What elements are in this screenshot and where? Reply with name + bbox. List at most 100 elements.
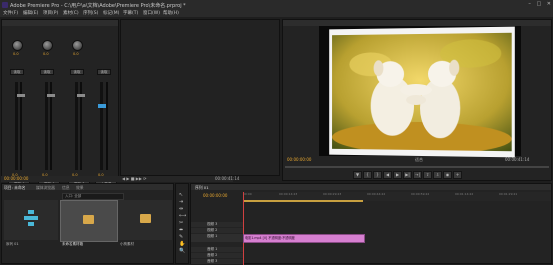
folder-icon	[83, 215, 94, 224]
menu-file[interactable]: 文件(F)	[3, 10, 18, 16]
track-label-v2: 视频 2	[207, 228, 217, 232]
pan-knob-3[interactable]	[72, 40, 83, 51]
track-label-v3: 视频 3	[207, 222, 217, 226]
track-header-a2: 音频 2	[191, 253, 243, 258]
menu-clip[interactable]: 素材(C)	[63, 10, 79, 16]
go-out-icon[interactable]: →|	[413, 171, 422, 179]
menu-sequence[interactable]: 序列(S)	[83, 10, 98, 16]
sequence-icon	[22, 210, 42, 228]
pan-knob-1[interactable]	[12, 40, 23, 51]
track-label-a3: 音频 3	[207, 259, 217, 263]
title-bar: Adobe Premiere Pro - C:\用户\a\文档\Adobe\Pr…	[0, 0, 553, 9]
project-item-sequence-label: 序列 01	[6, 242, 19, 247]
project-item-folder-2-label: 小狗素材	[120, 242, 134, 247]
close-icon[interactable]: ✕	[547, 1, 551, 7]
audio-mixer-tab[interactable]	[2, 20, 118, 26]
fader-handle-2[interactable]	[47, 94, 55, 97]
window-title: Adobe Premiere Pro - C:\用户\a\文档\Adobe\Pr…	[10, 2, 186, 9]
lift-icon[interactable]: ⇧	[423, 171, 432, 179]
folder-icon	[140, 214, 151, 223]
mixer-time-right: 00:00:41:14	[215, 176, 239, 181]
tool-icons[interactable]: ↖ ⇥ ⇹ ⟷ ✂ ⬌ ✎ ✋ 🔍	[179, 192, 186, 255]
mark-in-icon[interactable]: ▼	[353, 171, 362, 179]
tab-info[interactable]: 信息	[62, 185, 70, 191]
play-icon[interactable]: ▶	[393, 171, 402, 179]
mixer-footer: 00:00:00:00 ◀ ▶ ■ ▶▶ ⟳ 00:00:41:14	[1, 176, 233, 182]
menu-title[interactable]: 字幕(T)	[123, 10, 138, 16]
tab-project[interactable]: 项目: 未命名	[4, 185, 25, 191]
project-search-label: 入口: 全部	[65, 194, 81, 198]
track-header-v3: 视频 3	[191, 222, 243, 227]
program-current-time: 00:00:00:00	[287, 157, 311, 162]
menu-project[interactable]: 项目(P)	[43, 10, 58, 16]
menu-help[interactable]: 帮助(H)	[163, 10, 179, 16]
ruler-tick: 00:00:14:23	[279, 192, 297, 196]
track-header-a1: 音频 1	[191, 247, 243, 252]
menu-marker[interactable]: 标记(M)	[103, 10, 119, 16]
project-tabbar: 项目: 未命名 媒体浏览器 信息 效果	[2, 184, 173, 190]
ruler-tick: 00:00	[243, 192, 252, 196]
fader-handle-master[interactable]	[98, 104, 106, 108]
fader-handle-1[interactable]	[17, 94, 25, 97]
playhead[interactable]	[243, 192, 244, 265]
menu-bar: 文件(F) 编辑(E) 项目(P) 素材(C) 序列(S) 标记(M) 字幕(T…	[0, 9, 553, 17]
ruler-tick: 00:01:29:21	[499, 192, 517, 196]
automation-mode-1[interactable]: 读取	[10, 69, 24, 75]
pan-knob-2[interactable]	[42, 40, 53, 51]
mark-out-icon[interactable]: {	[363, 171, 372, 179]
ruler-tick: 00:00:44:22	[367, 192, 385, 196]
puppies-image	[332, 33, 512, 151]
automation-mode-2[interactable]: 读取	[40, 69, 54, 75]
track-label-v1: 视频 1	[207, 234, 217, 238]
project-search[interactable]: 入口: 全部	[62, 193, 124, 200]
go-in-icon[interactable]: }	[373, 171, 382, 179]
mixer-transport[interactable]: ◀ ▶ ■ ▶▶ ⟳	[122, 176, 147, 181]
tab-media-browser[interactable]: 媒体浏览器	[36, 185, 55, 191]
tab-effects[interactable]: 效果	[76, 185, 84, 191]
program-transport: ▼ { } ◀ ▶ ▶| →| ⇧ ⇩ ◉ +	[353, 171, 503, 179]
premiere-app-icon	[2, 2, 8, 8]
project-item-sequence[interactable]	[4, 200, 58, 240]
extract-icon[interactable]: ⇩	[433, 171, 442, 179]
step-back-icon[interactable]: ◀	[383, 171, 392, 179]
pan-value-3: 0.0	[73, 52, 79, 56]
ruler-tick: 00:00:29:23	[323, 192, 341, 196]
track-header-a3: 音频 3	[191, 259, 243, 264]
button-editor-icon[interactable]: +	[453, 171, 462, 179]
source-panel	[120, 19, 280, 176]
video-clip-label: 电影1.mp4 [V] 不透明度:不透明度	[245, 236, 295, 240]
project-item-folder-1-label: 未命名素材箱	[62, 242, 83, 247]
ruler-tick: 00:01:14:22	[455, 192, 473, 196]
maximize-icon[interactable]: □	[536, 1, 541, 7]
minimize-icon[interactable]: –	[528, 1, 531, 7]
video-clip[interactable]: 电影1.mp4 [V] 不透明度:不透明度	[243, 234, 365, 243]
program-scrubber[interactable]	[285, 166, 549, 168]
project-item-folder-1[interactable]	[60, 200, 118, 242]
tab-sequence-01[interactable]: 序列 01	[195, 185, 209, 191]
ruler-tick: 00:00:59:22	[411, 192, 429, 196]
pan-value-2: 0.0	[43, 52, 49, 56]
work-area-bar[interactable]	[243, 200, 363, 202]
project-panel: 项目: 未命名 媒体浏览器 信息 效果 入口: 全部 序列 01 未命名素材箱 …	[1, 183, 174, 264]
program-total-time: 00:00:41:14	[505, 157, 529, 162]
timeline-current-time: 00:00:00:00	[203, 193, 227, 198]
automation-mode-master[interactable]: 读取	[97, 69, 111, 75]
audio-mixer-panel: 0.0 读取 0.0 音频 1 0.0 读取 0.0 音频 2 0.0 读取 0…	[1, 19, 119, 181]
export-frame-icon[interactable]: ◉	[443, 171, 452, 179]
program-fit[interactable]: 适合	[415, 157, 423, 163]
menu-window[interactable]: 窗口(W)	[143, 10, 160, 16]
mixer-time-left: 00:00:00:00	[4, 176, 28, 181]
automation-mode-3[interactable]: 读取	[70, 69, 84, 75]
video-canvas	[329, 27, 515, 158]
track-label-a1: 音频 1	[207, 247, 217, 251]
timeline-panel: 序列 01 00:00:00:00 00:00 00:00:14:23 00:0…	[190, 183, 552, 264]
menu-edit[interactable]: 编辑(E)	[23, 10, 38, 16]
step-forward-icon[interactable]: ▶|	[403, 171, 412, 179]
fader-handle-3[interactable]	[77, 94, 85, 97]
project-item-folder-2[interactable]	[118, 200, 172, 240]
track-header-v2: 视频 2	[191, 228, 243, 233]
track-label-a2: 音频 2	[207, 253, 217, 257]
program-monitor-panel: 00:00:00:00 适合 00:00:41:14 ▼ { } ◀ ▶ ▶| …	[282, 19, 552, 181]
timeline-tabbar: 序列 01	[191, 184, 551, 190]
window-controls: – □ ✕	[528, 1, 551, 7]
